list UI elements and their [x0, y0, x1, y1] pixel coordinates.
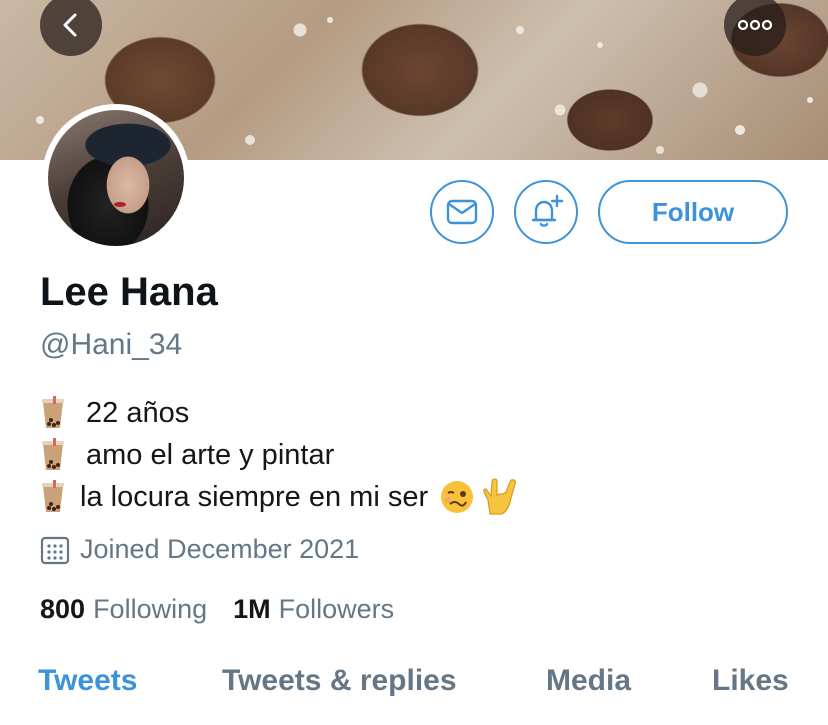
followers-count[interactable]: 1M — [233, 594, 271, 625]
tab-tweets-and-replies[interactable]: Tweets & replies — [222, 664, 457, 698]
bio-text: 22 años — [86, 397, 190, 429]
love-you-hand-icon — [483, 478, 517, 515]
envelope-icon — [446, 199, 478, 225]
message-button[interactable] — [430, 180, 494, 244]
bubble-tea-icon — [42, 396, 64, 428]
notifications-button[interactable] — [514, 180, 578, 244]
followers-label[interactable]: Followers — [279, 594, 395, 625]
following-label[interactable]: Following — [93, 594, 207, 625]
bio-text: la locura siempre en mi ser — [80, 481, 429, 513]
bio-line: la locura siempre en mi ser — [40, 476, 518, 518]
joined-text: Joined December 2021 — [80, 534, 360, 564]
bio-line: amo el arte y pintar — [40, 434, 518, 476]
tab-media[interactable]: Media — [546, 664, 631, 698]
follow-button[interactable]: Follow — [598, 180, 788, 244]
tab-tweets[interactable]: Tweets — [38, 664, 137, 698]
joined-date: Joined December 2021 — [40, 534, 359, 565]
more-horizontal-icon — [737, 19, 773, 31]
avatar[interactable] — [42, 104, 190, 252]
follow-stats: 800 Following 1M Followers — [40, 594, 420, 625]
profile-handle: @Hani_34 — [40, 328, 183, 361]
tab-likes[interactable]: Likes — [712, 664, 789, 698]
bio-line: 22 años — [40, 392, 518, 434]
bell-plus-icon — [531, 194, 564, 227]
profile-tabs: Tweets Tweets & replies Media Likes — [0, 664, 828, 725]
bio-text: amo el arte y pintar — [86, 439, 335, 471]
bubble-tea-icon — [42, 480, 64, 512]
calendar-icon — [40, 536, 70, 564]
avatar-detail — [114, 202, 126, 207]
profile-name: Lee Hana — [40, 270, 218, 314]
chevron-left-icon — [63, 13, 77, 37]
profile-bio: 22 años amo el arte y pintar la locura s… — [40, 392, 518, 518]
woozy-face-icon — [441, 481, 474, 513]
following-count[interactable]: 800 — [40, 594, 85, 625]
bubble-tea-icon — [42, 438, 64, 470]
